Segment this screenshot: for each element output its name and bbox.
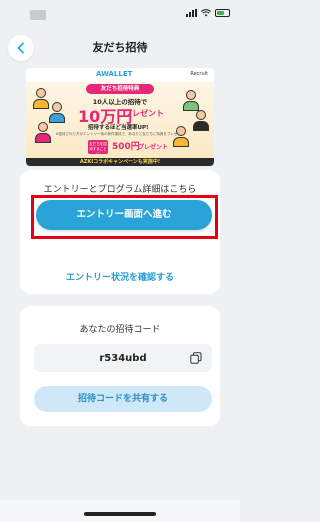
bottom-bar (0, 500, 240, 522)
awallet-logo: AWALLET (96, 70, 133, 78)
battery-icon (215, 9, 230, 17)
entry-status-link[interactable]: エントリー状況を確認する (20, 270, 220, 283)
status-bar (0, 0, 240, 26)
invite-code-card: あなたの招待コード r534ubd 招待コードを共有する (20, 306, 220, 426)
banner-badge500: 友だちを招待するごとに (88, 140, 108, 156)
invite-code: r534ubd (99, 352, 147, 364)
signal-icon (186, 9, 197, 17)
entry-card: エントリーとプログラム詳細はこちら エントリー画面へ進む エントリー状況を確認す… (20, 170, 220, 294)
home-indicator (84, 512, 156, 516)
person-illustration (192, 110, 210, 132)
copy-icon[interactable] (190, 352, 202, 364)
wifi-icon (201, 9, 211, 17)
nav-bar: 友だち招待 (0, 26, 240, 70)
banner-line3: 招待するほど当選率UP! (88, 125, 149, 131)
time-placeholder (30, 10, 46, 20)
invite-code-box[interactable]: r534ubd (34, 344, 212, 372)
person-illustration (48, 102, 66, 124)
person-illustration (34, 122, 52, 144)
banner-badge: 友だち招待特典 (86, 84, 154, 94)
entry-card-title: エントリーとプログラム詳細はこちら (43, 185, 197, 195)
page-title: 友だち招待 (92, 41, 148, 54)
banner-amount500: 500円 (112, 142, 140, 152)
campaign-banner[interactable]: AWALLET Recruit 友だち招待特典 10人以上の招待で 10万円 プ… (26, 68, 214, 166)
invite-card-title: あなたの招待コード (79, 325, 161, 335)
person-illustration (172, 126, 190, 148)
person-illustration (182, 90, 200, 112)
banner-present500: プレゼント (138, 144, 169, 151)
banner-present: プレゼント (124, 109, 164, 118)
share-code-button[interactable]: 招待コードを共有する (34, 386, 212, 412)
status-icons (186, 9, 230, 17)
entry-button[interactable]: エントリー画面へ進む (36, 200, 212, 230)
banner-footer: AZKIコラボキャンペーンも実施中! (26, 158, 214, 166)
recruit-logo: Recruit (190, 71, 208, 77)
